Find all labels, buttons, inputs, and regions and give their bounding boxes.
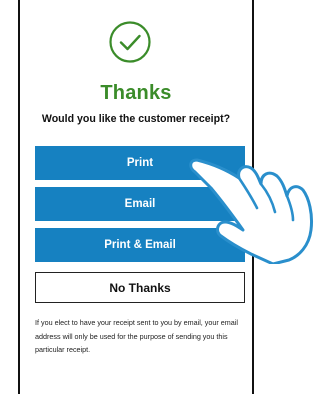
hand-pointer-icon <box>189 158 313 264</box>
receipt-question: Would you like the customer receipt? <box>41 113 231 125</box>
privacy-note: If you elect to have your receipt sent t… <box>35 318 238 355</box>
check-circle-icon <box>109 21 151 63</box>
page-title: Thanks <box>100 82 172 104</box>
no-thanks-button[interactable]: No Thanks <box>35 272 245 303</box>
